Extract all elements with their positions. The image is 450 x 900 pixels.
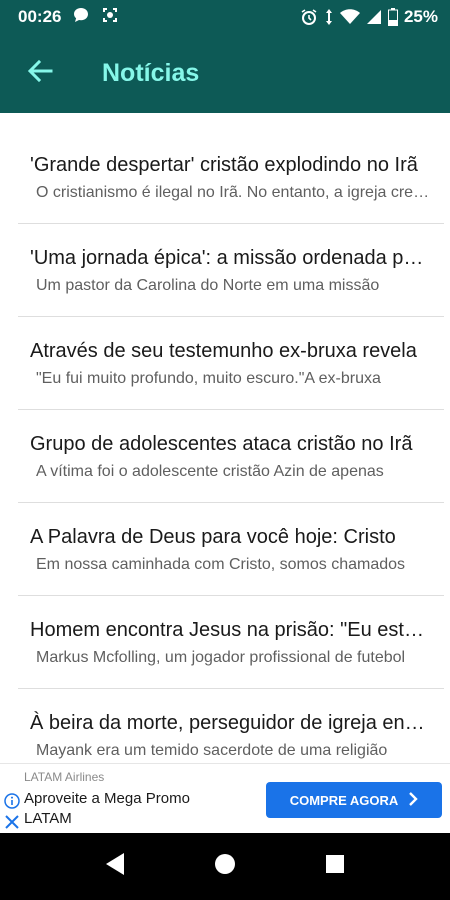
info-icon[interactable] <box>4 793 20 809</box>
nav-home-button[interactable] <box>205 847 245 887</box>
signal-icon <box>366 9 382 25</box>
square-recents-icon <box>325 854 345 879</box>
news-title: À beira da morte, perseguidor de igreja … <box>30 712 434 734</box>
news-item[interactable]: Grupo de adolescentes ataca cristão no I… <box>18 410 444 503</box>
news-title: 'Grande despertar' cristão explodindo no… <box>30 154 418 176</box>
circle-home-icon <box>214 853 236 880</box>
page-title: Notícias <box>102 59 200 87</box>
news-snippet: Um pastor da Carolina do Norte em uma mi… <box>36 277 380 294</box>
news-item[interactable]: 'Grande despertar' cristão explodindo no… <box>18 131 444 224</box>
news-title: Homem encontra Jesus na prisão: "Eu esta… <box>30 619 434 641</box>
chat-bubble-icon <box>73 7 89 28</box>
ad-text: Aproveite a Mega Promo LATAM <box>24 790 190 827</box>
ad-cta-label: COMPRE AGORA <box>289 792 399 808</box>
news-item[interactable]: Através de seu testemunho ex-bruxa revel… <box>18 317 444 410</box>
news-title: 'Uma jornada épica': a missão ordenada p… <box>30 247 434 269</box>
news-snippet: "Eu fui muito profundo, muito escuro."A … <box>36 370 381 387</box>
news-snippet: A vítima foi o adolescente cristão Azin … <box>36 463 384 480</box>
alarm-icon <box>300 8 318 26</box>
news-title: A Palavra de Deus para você hoje: Cristo <box>30 526 396 548</box>
arrow-back-icon <box>27 58 53 89</box>
status-time: 00:26 <box>18 7 62 26</box>
chevron-right-icon <box>408 791 418 809</box>
news-snippet: Markus Mcfolling, um jogador profissiona… <box>36 649 406 666</box>
news-snippet: O cristianismo é ilegal no Irã. No entan… <box>36 184 434 201</box>
wifi-icon <box>339 9 360 25</box>
news-list[interactable]: 'Grande despertar' cristão explodindo no… <box>0 113 450 763</box>
ad-cta-button[interactable]: COMPRE AGORA <box>266 782 442 818</box>
app-bar: Notícias <box>0 34 450 113</box>
news-snippet: Mayank era um temido sacerdote de uma re… <box>36 742 388 759</box>
news-item[interactable]: 'Uma jornada épica': a missão ordenada p… <box>18 224 444 317</box>
back-button[interactable] <box>20 54 60 94</box>
screenshot-icon <box>101 6 119 29</box>
news-item[interactable]: À beira da morte, perseguidor de igreja … <box>18 689 444 763</box>
status-bar: 00:26 25% <box>0 0 450 34</box>
close-icon[interactable] <box>4 814 20 830</box>
news-item[interactable]: Homem encontra Jesus na prisão: "Eu esta… <box>18 596 444 689</box>
battery-icon <box>387 8 398 26</box>
news-snippet: Em nossa caminhada com Cristo, somos cha… <box>36 556 406 573</box>
triangle-back-icon <box>104 852 126 881</box>
nav-back-button[interactable] <box>95 847 135 887</box>
news-title: Através de seu testemunho ex-bruxa revel… <box>30 340 417 362</box>
ad-banner[interactable]: LATAM Airlines Aproveite a Mega Promo LA… <box>0 763 450 834</box>
battery-percent: 25% <box>403 7 438 26</box>
data-arrows-icon <box>324 8 334 26</box>
nav-recents-button[interactable] <box>315 847 355 887</box>
ad-sponsor: LATAM Airlines <box>24 770 105 784</box>
news-title: Grupo de adolescentes ataca cristão no I… <box>30 433 413 455</box>
navigation-bar <box>0 833 450 900</box>
news-item[interactable]: A Palavra de Deus para você hoje: Cristo… <box>18 503 444 596</box>
